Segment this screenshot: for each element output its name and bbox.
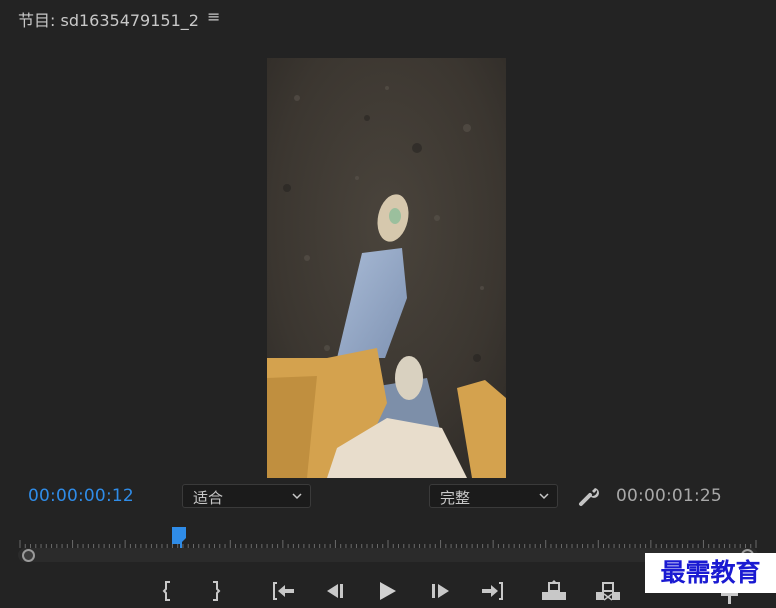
zoom-dropdown[interactable]: 适合 <box>182 484 311 508</box>
video-frame-image <box>267 58 506 478</box>
resolution-dropdown[interactable]: 完整 <box>429 484 558 508</box>
play-icon <box>380 582 396 600</box>
go-to-in-button[interactable] <box>270 578 298 604</box>
watermark-logo: 最需教育 <box>645 553 776 593</box>
chevron-down-icon <box>292 493 302 500</box>
go-to-out-button[interactable] <box>478 578 506 604</box>
step-back-icon <box>327 584 343 598</box>
extract-icon <box>596 582 620 601</box>
duration-timecode: 00:00:01:25 <box>616 486 722 506</box>
mark-in-icon <box>162 581 170 601</box>
extract-button[interactable] <box>594 578 622 604</box>
mark-in-button[interactable] <box>154 578 182 604</box>
ruler-ticks <box>19 540 757 548</box>
go-to-out-icon <box>482 582 503 600</box>
mark-out-icon <box>213 581 221 601</box>
step-back-button[interactable] <box>322 578 350 604</box>
wrench-icon <box>579 488 599 506</box>
playhead[interactable] <box>171 526 191 548</box>
settings-wrench-button[interactable] <box>577 484 601 508</box>
program-monitor-video <box>267 58 506 478</box>
zoom-dropdown-value: 适合 <box>193 489 224 507</box>
panel-header: 节目: sd1635479151_2 ≡ <box>0 0 776 36</box>
lift-icon <box>542 580 566 600</box>
current-timecode[interactable]: 00:00:00:12 <box>28 486 134 506</box>
go-to-in-icon <box>273 582 294 600</box>
lift-button[interactable] <box>540 578 568 604</box>
step-forward-icon <box>432 584 449 598</box>
mark-out-button[interactable] <box>202 578 230 604</box>
panel-menu-icon[interactable]: ≡ <box>207 7 220 26</box>
panel-title: 节目: sd1635479151_2 <box>18 11 199 30</box>
play-button[interactable] <box>374 578 402 604</box>
step-forward-button[interactable] <box>426 578 454 604</box>
resolution-dropdown-value: 完整 <box>440 489 471 507</box>
scrollbar-left-handle[interactable] <box>22 549 35 562</box>
chevron-down-icon <box>539 493 549 500</box>
